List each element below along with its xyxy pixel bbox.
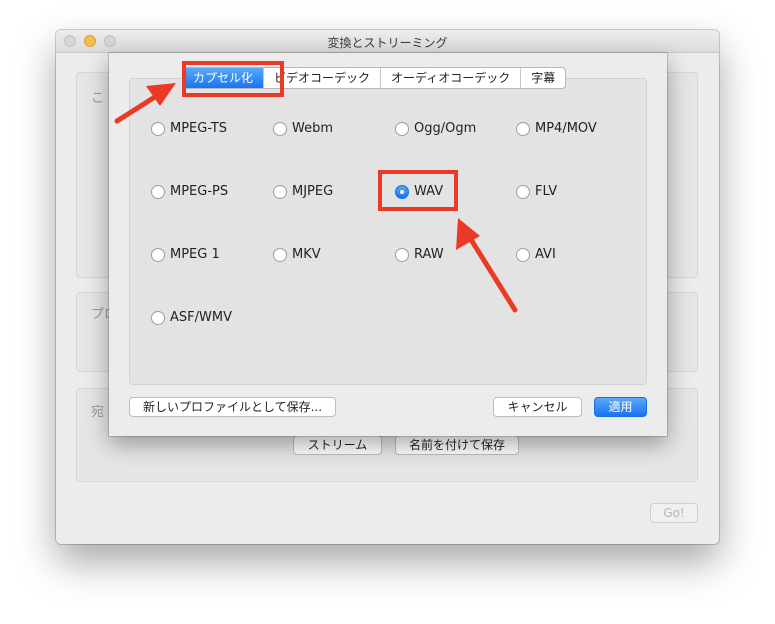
annotation-arrow-icon xyxy=(456,218,518,313)
annotation-arrows xyxy=(114,83,518,313)
annotation-arrow-icon xyxy=(114,83,176,124)
